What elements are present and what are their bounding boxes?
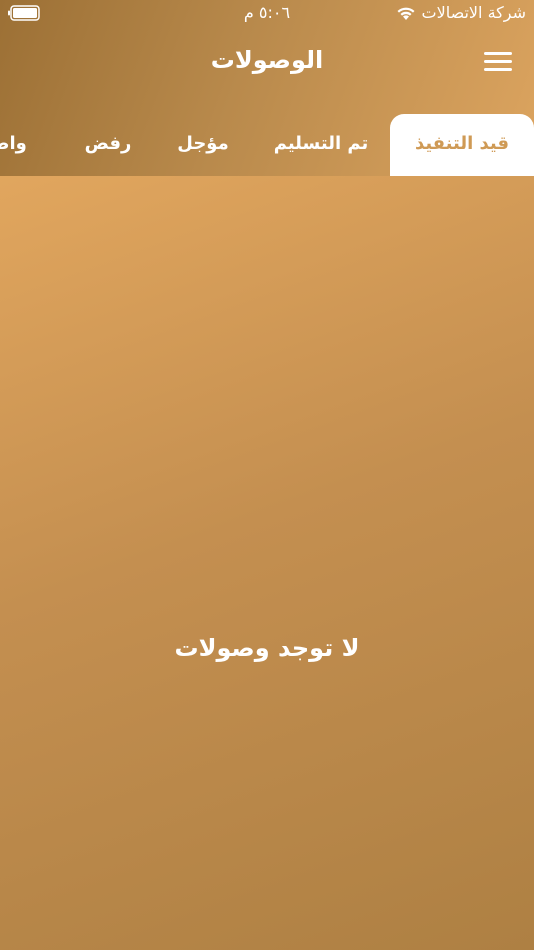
menu-line [484, 68, 512, 71]
status-bar: شركة الاتصالات ٥:٠٦ م [0, 0, 534, 28]
tab-arrived[interactable]: واصل [0, 114, 52, 176]
tab-rejected[interactable]: رفض [70, 114, 146, 176]
menu-line [484, 60, 512, 63]
tab-postponed[interactable]: مؤجل [160, 114, 246, 176]
tab-in-progress[interactable]: قيد التنفيذ [390, 114, 534, 176]
page-title: الوصولات [210, 46, 324, 74]
receipts-list-area: لا توجد وصولات [0, 176, 534, 950]
menu-line [484, 52, 512, 55]
app-header: شركة الاتصالات ٥:٠٦ م الوصولات قيد التنف… [0, 0, 534, 176]
empty-state-message: لا توجد وصولات [174, 634, 360, 662]
battery-icon [8, 5, 40, 21]
status-time: ٥:٠٦ م [243, 3, 291, 22]
status-tabs: قيد التنفيذ تم التسليم مؤجل رفض واصل [0, 114, 534, 176]
hamburger-menu-icon[interactable] [482, 50, 514, 76]
tab-delivered[interactable]: تم التسليم [256, 114, 386, 176]
